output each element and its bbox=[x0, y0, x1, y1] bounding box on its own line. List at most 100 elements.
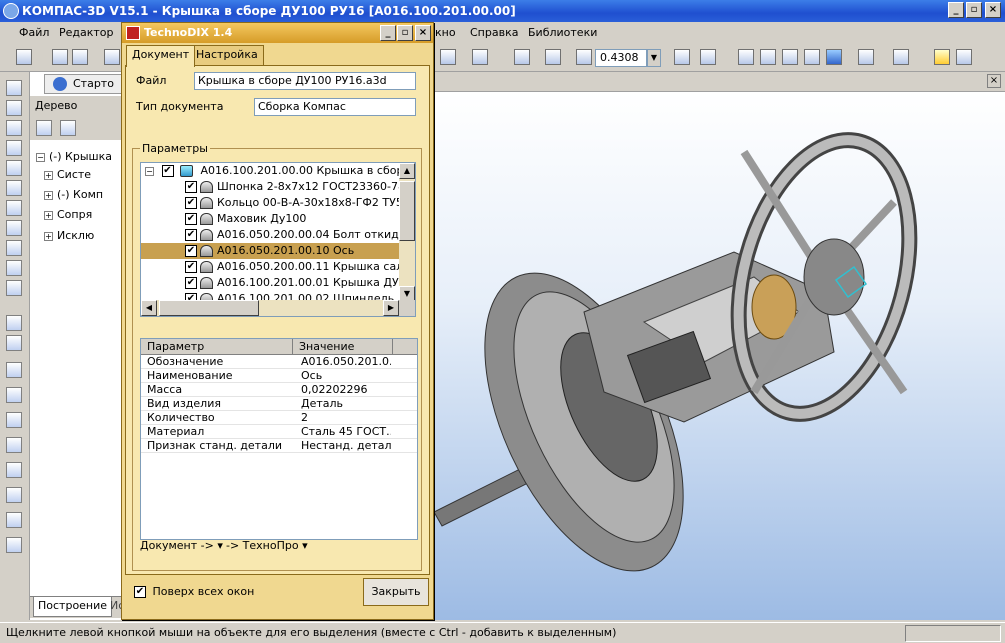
expand-icon[interactable]: + bbox=[44, 210, 53, 220]
expand-icon[interactable]: + bbox=[44, 190, 53, 200]
tool-icon-14[interactable] bbox=[6, 362, 22, 378]
parts-tree-vscroll[interactable]: ▲ ▼ bbox=[399, 163, 415, 302]
tree-node-root[interactable]: − (-) Крышка bbox=[36, 148, 112, 166]
tool-icon-9[interactable] bbox=[6, 240, 22, 256]
tool-icon-13[interactable] bbox=[6, 335, 22, 351]
parts-tree-item[interactable]: ✔ А016.050.200.00.04 Болт откидной bbox=[185, 227, 415, 243]
scroll-right-arrow[interactable]: ▶ bbox=[383, 300, 399, 316]
wireframe-icon[interactable] bbox=[738, 49, 754, 65]
document-dropdown[interactable]: Документ -> ▾ bbox=[140, 538, 223, 554]
menu-help[interactable]: Справка bbox=[465, 22, 523, 44]
tree-node-components[interactable]: + (-) Комп bbox=[44, 186, 103, 204]
table-row[interactable]: Количество 2 bbox=[141, 411, 417, 425]
tool-icon-20[interactable] bbox=[6, 512, 22, 528]
snap-icon[interactable] bbox=[934, 49, 950, 65]
close-document-button[interactable]: × bbox=[987, 74, 1001, 88]
tree-node-mates[interactable]: + Сопря bbox=[44, 206, 92, 224]
zoom-in-icon[interactable] bbox=[576, 49, 592, 65]
file-field[interactable]: Крышка в сборе ДУ100 РУ16.a3d bbox=[194, 72, 416, 90]
minimize-button[interactable]: _ bbox=[948, 2, 964, 18]
expand-icon[interactable]: + bbox=[44, 231, 53, 241]
parts-tree-item[interactable]: ✔ Маховик Ду100 bbox=[185, 211, 415, 227]
parts-tree-item[interactable]: ✔ Шпонка 2-8х7х12 ГОСТ23360-78 bbox=[185, 179, 415, 195]
shaded-icon[interactable] bbox=[804, 49, 820, 65]
tool-icon-4[interactable] bbox=[6, 140, 22, 156]
expand-icon[interactable]: + bbox=[44, 170, 53, 180]
tool-icon-3[interactable] bbox=[6, 120, 22, 136]
zoom-dropdown-arrow[interactable]: ▼ bbox=[647, 49, 661, 67]
new-document-icon[interactable] bbox=[16, 49, 32, 65]
tool-icon-2[interactable] bbox=[6, 100, 22, 116]
scroll-thumb[interactable] bbox=[399, 181, 415, 241]
tool-icon-1[interactable] bbox=[6, 80, 22, 96]
column-header-parameter[interactable]: Параметр bbox=[141, 339, 293, 355]
checkbox-checked-icon[interactable]: ✔ bbox=[185, 229, 197, 241]
tool-icon-11[interactable] bbox=[6, 280, 22, 296]
table-row[interactable]: Масса 0,02202296 bbox=[141, 383, 417, 397]
tree-list-icon[interactable] bbox=[60, 120, 76, 136]
tool-icon-12[interactable] bbox=[6, 315, 22, 331]
table-row[interactable]: Обозначение А016.050.201.0... bbox=[141, 355, 417, 369]
tool-icon-16[interactable] bbox=[6, 412, 22, 428]
help-cursor-icon[interactable] bbox=[472, 49, 488, 65]
maximize-button[interactable]: ▫ bbox=[966, 2, 982, 18]
tab-build[interactable]: Построение bbox=[33, 597, 113, 617]
menu-window[interactable]: кно bbox=[430, 22, 461, 44]
tool-icon-18[interactable] bbox=[6, 462, 22, 478]
save-icon[interactable] bbox=[72, 49, 88, 65]
scroll-up-arrow[interactable]: ▲ bbox=[399, 163, 415, 179]
table-row[interactable]: Наименование Ось bbox=[141, 369, 417, 383]
checkbox-checked-icon[interactable]: ✔ bbox=[185, 245, 197, 257]
checkbox-checked-icon[interactable]: ✔ bbox=[185, 213, 197, 225]
collapse-icon[interactable]: − bbox=[145, 166, 154, 176]
properties-icon[interactable] bbox=[440, 49, 456, 65]
checkbox-checked-icon[interactable]: ✔ bbox=[185, 261, 197, 273]
checkbox-checked-icon[interactable]: ✔ bbox=[185, 197, 197, 209]
tree-structure-icon[interactable] bbox=[36, 120, 52, 136]
close-window-button[interactable]: × bbox=[985, 2, 1001, 18]
table-row[interactable]: Вид изделия Деталь bbox=[141, 397, 417, 411]
parts-tree-root[interactable]: − ✔ А016.100.201.00.00 Крышка в сборе bbox=[145, 163, 410, 179]
dialog-maximize-button[interactable]: ▫ bbox=[397, 25, 413, 41]
tool-icon-15[interactable] bbox=[6, 387, 22, 403]
close-button[interactable]: Закрыть bbox=[363, 578, 429, 606]
dialog-minimize-button[interactable]: _ bbox=[380, 25, 396, 41]
checkbox-checked-icon[interactable]: ✔ bbox=[185, 181, 197, 193]
thin-lines-icon[interactable] bbox=[782, 49, 798, 65]
hidden-lines-icon[interactable] bbox=[760, 49, 776, 65]
checkbox-checked-icon[interactable]: ✔ bbox=[161, 165, 174, 177]
table-row[interactable]: Материал Сталь 45 ГОСТ... bbox=[141, 425, 417, 439]
zoom-window-icon[interactable] bbox=[514, 49, 530, 65]
dialog-close-button[interactable]: × bbox=[415, 25, 431, 41]
menu-file[interactable]: Файл bbox=[14, 22, 54, 44]
tool-icon-21[interactable] bbox=[6, 537, 22, 553]
parts-tree-item[interactable]: ✔ А016.050.201.00.10 Ось bbox=[141, 243, 415, 259]
parts-tree-item[interactable]: ✔ А016.050.200.00.11 Крышка сальни bbox=[185, 259, 415, 275]
parts-tree-item[interactable]: ✔ А016.100.201.00.01 Крышка ДУ100_ bbox=[185, 275, 415, 291]
tool-icon-8[interactable] bbox=[6, 220, 22, 236]
open-document-icon[interactable] bbox=[52, 49, 68, 65]
collapse-icon[interactable]: − bbox=[36, 152, 45, 162]
parts-tree-item[interactable]: ✔ Кольцо 00-В-А-30х18х8-ГФ2 ТУ5728 bbox=[185, 195, 415, 211]
tool-icon-6[interactable] bbox=[6, 180, 22, 196]
3d-viewport[interactable] bbox=[433, 92, 1005, 620]
tab-settings[interactable]: Настройка bbox=[190, 45, 264, 65]
tool-icon-17[interactable] bbox=[6, 437, 22, 453]
start-tab[interactable]: Старто bbox=[44, 74, 123, 94]
print-icon[interactable] bbox=[104, 49, 120, 65]
scroll-left-arrow[interactable]: ◀ bbox=[141, 300, 157, 316]
menu-libraries[interactable]: Библиотеки bbox=[523, 22, 602, 44]
scroll-thumb-h[interactable] bbox=[159, 300, 259, 316]
tool-icon-10[interactable] bbox=[6, 260, 22, 276]
shaded-edges-icon[interactable] bbox=[826, 49, 842, 65]
tree-node-system[interactable]: + Систе bbox=[44, 166, 91, 184]
dialog-title-bar[interactable]: TechnoDIX 1.4 _ ▫ × bbox=[122, 23, 433, 43]
technopro-dropdown[interactable]: -> ТехноПро ▾ bbox=[226, 538, 308, 554]
always-on-top-option[interactable]: ✔ Поверх всех окон bbox=[134, 585, 254, 599]
parts-tree-hscroll[interactable]: ◀ ▶ bbox=[141, 300, 399, 316]
orientation-icon[interactable] bbox=[700, 49, 716, 65]
doctype-field[interactable]: Сборка Компас bbox=[254, 98, 416, 116]
checkbox-checked-icon[interactable]: ✔ bbox=[185, 277, 197, 289]
select-filter-icon[interactable] bbox=[893, 49, 909, 65]
filter-icon[interactable] bbox=[858, 49, 874, 65]
